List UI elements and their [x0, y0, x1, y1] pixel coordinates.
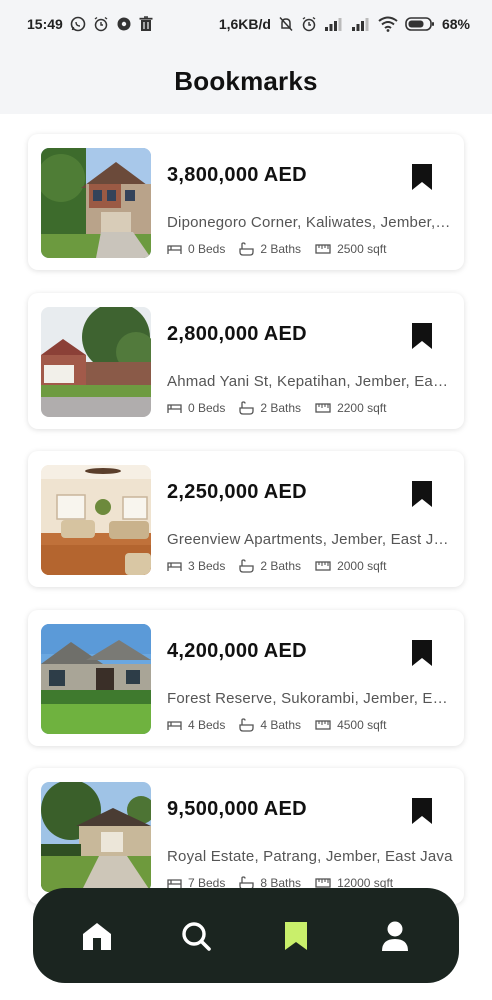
bookmark-icon[interactable]	[283, 920, 309, 952]
property-price: 4,200,000 AED	[167, 640, 307, 662]
nav-bookmarks[interactable]	[274, 914, 318, 958]
ruler-icon	[315, 720, 331, 730]
bookmark-icon[interactable]	[411, 163, 433, 191]
baths-info: 2 Baths	[239, 559, 301, 573]
property-image	[41, 624, 151, 734]
chat-icon	[117, 17, 131, 31]
bed-icon	[167, 721, 182, 730]
property-address: Greenview Apartments, Jember, East Java	[167, 531, 453, 548]
property-price: 9,500,000 AED	[167, 798, 307, 820]
property-address: Forest Reserve, Sukorambi, Jember, East …	[167, 690, 453, 707]
alarm-icon	[94, 16, 108, 32]
page-title: Bookmarks	[174, 65, 318, 96]
area-value: 2500 sqft	[337, 242, 387, 256]
property-price: 2,800,000 AED	[167, 323, 307, 345]
bathtub-icon	[239, 559, 255, 573]
trash-icon	[139, 16, 153, 31]
status-time: 15:49	[27, 16, 63, 32]
battery-icon	[405, 17, 434, 31]
bed-icon	[167, 245, 182, 254]
property-address: Diponegoro Corner, Kaliwates, Jember, Ea…	[167, 214, 453, 231]
property-image	[41, 148, 151, 258]
whatsapp-icon	[70, 16, 86, 32]
property-address: Royal Estate, Patrang, Jember, East Java	[167, 848, 453, 865]
property-features: 0 Beds 2 Baths 2200 sqft	[167, 401, 400, 415]
mute-icon	[279, 16, 293, 32]
property-features: 4 Beds 4 Baths 4500 sqft	[167, 718, 400, 732]
baths-info: 4 Baths	[239, 718, 301, 732]
beds-info: 3 Beds	[167, 559, 225, 573]
ruler-icon	[315, 878, 331, 888]
nav-profile[interactable]	[373, 914, 417, 958]
home-icon[interactable]	[81, 920, 113, 952]
bathtub-icon	[239, 401, 255, 415]
baths-info: 2 Baths	[239, 401, 301, 415]
beds-count: 3 Beds	[188, 559, 226, 573]
ruler-icon	[315, 403, 331, 413]
beds-count: 4 Beds	[188, 718, 226, 732]
property-image	[41, 782, 151, 892]
beds-count: 0 Beds	[188, 242, 226, 256]
bookmark-icon[interactable]	[411, 797, 433, 825]
property-features: 3 Beds 2 Baths 2000 sqft	[167, 559, 400, 573]
property-features: 0 Beds 2 Baths 2500 sqft	[167, 242, 400, 256]
status-bar: 15:49 1,6KB/d 68%	[0, 0, 492, 48]
wifi-icon	[378, 16, 398, 32]
beds-count: 0 Beds	[188, 401, 226, 415]
baths-count: 2 Baths	[260, 242, 302, 256]
property-address: Ahmad Yani St, Kepatihan, Jember, East J…	[167, 373, 453, 390]
ruler-icon	[315, 561, 331, 571]
status-bar-left: 15:49	[27, 16, 153, 32]
property-image	[41, 465, 151, 575]
nav-search[interactable]	[174, 914, 218, 958]
area-info: 2200 sqft	[315, 401, 386, 415]
beds-info: 0 Beds	[167, 401, 225, 415]
baths-count: 2 Baths	[260, 401, 302, 415]
area-value: 4500 sqft	[337, 718, 387, 732]
bookmark-icon[interactable]	[411, 322, 433, 350]
bed-icon	[167, 404, 182, 413]
network-speed: 1,6KB/d	[218, 16, 271, 32]
bed-icon	[167, 562, 182, 571]
property-price: 3,800,000 AED	[167, 164, 307, 186]
beds-info: 0 Beds	[167, 242, 225, 256]
bookmarks-list[interactable]: 3,800,000 AED Diponegoro Corner, Kaliwat…	[0, 114, 492, 1000]
alarm-icon	[302, 16, 316, 32]
baths-info: 2 Baths	[239, 242, 301, 256]
area-info: 4500 sqft	[315, 718, 386, 732]
status-bar-right: 1,6KB/d 68%	[219, 16, 470, 32]
signal-icon	[324, 18, 342, 31]
profile-icon[interactable]	[381, 920, 409, 952]
battery-percentage: 68%	[441, 16, 470, 32]
area-info: 2500 sqft	[315, 242, 386, 256]
bathtub-icon	[239, 242, 255, 256]
property-image	[41, 307, 151, 417]
property-card[interactable]: 2,800,000 AED Ahmad Yani St, Kepatihan, …	[28, 293, 464, 429]
property-price: 2,250,000 AED	[167, 481, 307, 503]
page-header: Bookmarks	[0, 48, 492, 114]
search-icon[interactable]	[180, 920, 212, 952]
bookmark-icon[interactable]	[411, 639, 433, 667]
area-info: 2000 sqft	[315, 559, 386, 573]
property-card[interactable]: 4,200,000 AED Forest Reserve, Sukorambi,…	[28, 610, 464, 746]
baths-count: 4 Baths	[260, 718, 302, 732]
area-value: 2000 sqft	[337, 559, 387, 573]
area-value: 2200 sqft	[337, 401, 387, 415]
bathtub-icon	[239, 718, 255, 732]
property-card[interactable]: 9,500,000 AED Royal Estate, Patrang, Jem…	[28, 768, 464, 904]
bookmark-icon[interactable]	[411, 480, 433, 508]
property-card[interactable]: 3,800,000 AED Diponegoro Corner, Kaliwat…	[28, 134, 464, 270]
nav-home[interactable]	[75, 914, 119, 958]
baths-count: 2 Baths	[260, 559, 302, 573]
bottom-nav	[33, 888, 459, 983]
property-card[interactable]: 2,250,000 AED Greenview Apartments, Jemb…	[28, 451, 464, 587]
ruler-icon	[315, 244, 331, 254]
beds-info: 4 Beds	[167, 718, 225, 732]
signal-icon	[351, 18, 369, 31]
